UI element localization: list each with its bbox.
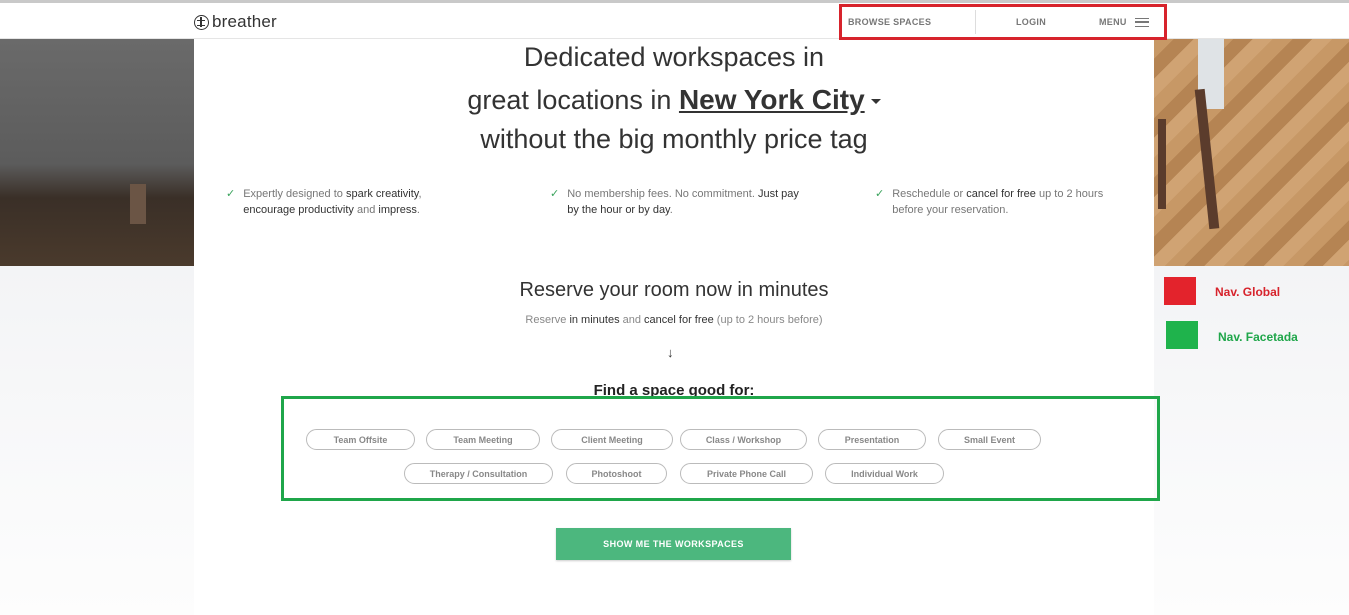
legend-label-faceted: Nav. Facetada (1218, 330, 1298, 344)
facet-chip[interactable]: Client Meeting (551, 429, 673, 450)
legend-swatch-global (1164, 277, 1196, 305)
facet-chip[interactable]: Team Offsite (306, 429, 415, 450)
feature-text: Reschedule or cancel for free up to 2 ho… (892, 188, 1104, 216)
background-photo-right (1154, 39, 1349, 266)
hamburger-icon (1134, 17, 1149, 27)
facet-chip[interactable]: Individual Work (825, 463, 944, 484)
facet-chip[interactable]: Team Meeting (426, 429, 540, 450)
breather-logo-icon (194, 14, 209, 30)
facet-chip[interactable]: Small Event (938, 429, 1041, 450)
check-icon: ✓ (550, 188, 560, 200)
reserve-title: Reserve your room now in minutes (519, 279, 829, 301)
background-fade-left (0, 266, 194, 615)
check-icon: ✓ (875, 188, 885, 200)
check-icon: ✓ (226, 188, 236, 200)
reserve-subtitle: Reserve in minutes and cancel for free (… (525, 314, 823, 326)
browse-spaces-link[interactable]: BROWSE SPACES (848, 17, 931, 27)
arrow-down-icon: ↓ (667, 345, 674, 360)
facet-chip[interactable]: Therapy / Consultation (404, 463, 553, 484)
menu-button[interactable]: MENU (1099, 17, 1149, 27)
feature-item: ✓ Reschedule or cancel for free up to 2 … (875, 186, 1125, 218)
legend-swatch-faceted (1166, 321, 1198, 349)
background-fade-right (1154, 266, 1349, 615)
legend-label-global: Nav. Global (1215, 285, 1281, 299)
caret-down-icon[interactable] (870, 99, 881, 105)
global-navigation: BROWSE SPACES LOGIN MENU (839, 4, 1167, 40)
logo[interactable]: breather (194, 12, 277, 32)
nav-divider (975, 10, 976, 34)
feature-item: ✓ No membership fees. No commitment. Jus… (550, 186, 810, 218)
feature-text: Expertly designed to spark creativity, e… (243, 188, 422, 216)
feature-text: No membership fees. No commitment. Just … (567, 188, 799, 216)
hero-line-1: Dedicated workspaces in (523, 42, 825, 72)
menu-label: MENU (1099, 17, 1127, 27)
facet-chip[interactable]: Private Phone Call (680, 463, 813, 484)
login-link[interactable]: LOGIN (1016, 17, 1046, 27)
facet-chip[interactable]: Class / Workshop (680, 429, 807, 450)
hero-line-2-prefix: great locations in (467, 85, 679, 115)
background-photo-left (0, 39, 194, 266)
logo-text: breather (212, 12, 277, 31)
city-selector[interactable]: New York City (679, 84, 865, 115)
facet-chip[interactable]: Presentation (818, 429, 926, 450)
site-header: breather BROWSE SPACES LOGIN MENU (0, 3, 1349, 40)
show-workspaces-button[interactable]: SHOW ME THE WORKSPACES (556, 528, 791, 560)
faceted-navigation: Team Offsite Team Meeting Client Meeting… (281, 396, 1160, 501)
feature-item: ✓ Expertly designed to spark creativity,… (226, 186, 466, 218)
hero-line-3: without the big monthly price tag (480, 124, 868, 154)
facet-chip[interactable]: Photoshoot (566, 463, 667, 484)
hero-line-2: great locations in New York City (194, 84, 1154, 116)
